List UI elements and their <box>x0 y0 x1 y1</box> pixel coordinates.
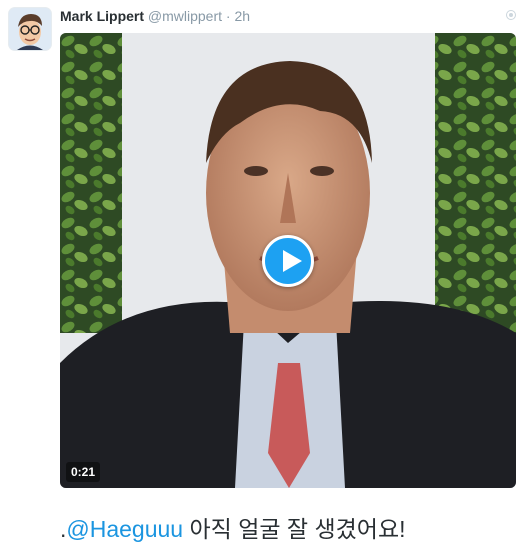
tweet-text: .@Haeguuu 아직 얼굴 잘 생겼어요! <box>60 514 518 544</box>
author-name[interactable]: Mark Lippert <box>60 8 144 24</box>
video-duration: 0:21 <box>66 462 101 482</box>
tweet-timestamp[interactable]: 2h <box>234 8 250 24</box>
separator-dot: · <box>225 8 231 24</box>
play-icon[interactable] <box>262 235 314 287</box>
mention-link[interactable]: @Haeguuu <box>66 516 183 542</box>
avatar-cartoon-icon <box>9 8 51 50</box>
avatar[interactable] <box>9 8 51 50</box>
caret-icon[interactable] <box>506 10 516 20</box>
tweet-text-body: 아직 얼굴 잘 생겼어요! <box>183 516 406 542</box>
author-handle[interactable]: @mwlippert <box>148 8 222 24</box>
tweet-header: Mark Lippert @mwlippert · 2h <box>60 6 514 26</box>
